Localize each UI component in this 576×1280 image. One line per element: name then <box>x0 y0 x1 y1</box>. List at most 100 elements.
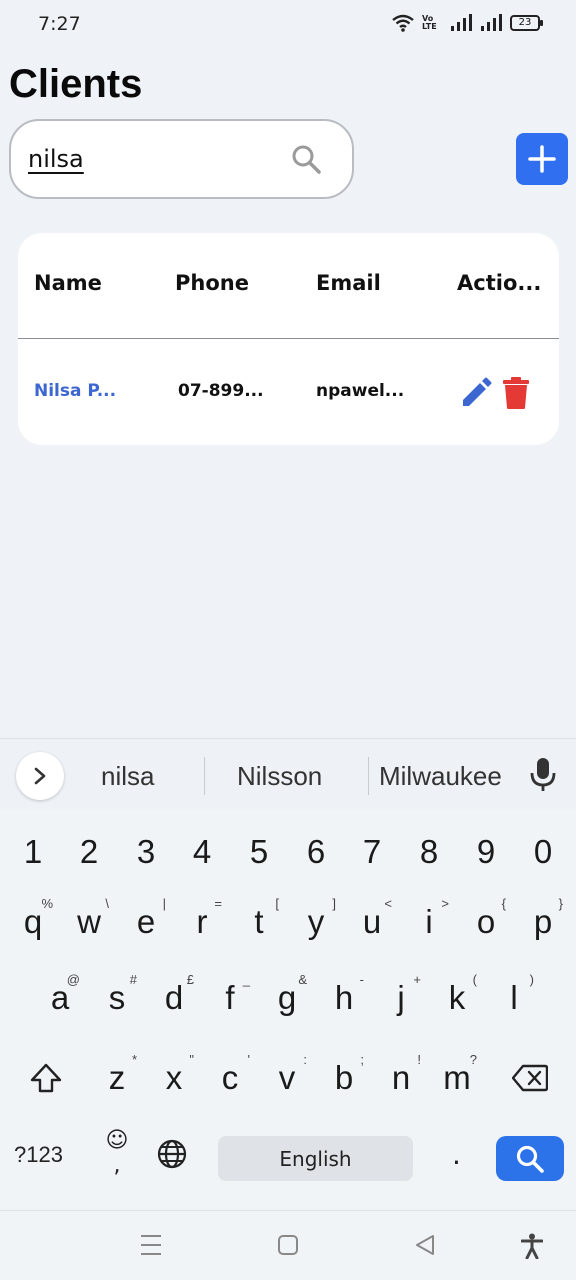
key-l[interactable]: l) <box>486 966 542 1030</box>
battery-indicator: 23 <box>510 15 543 31</box>
search-icon[interactable] <box>290 143 322 175</box>
status-time: 7:27 <box>38 13 81 35</box>
key-7[interactable]: 7 <box>344 820 400 884</box>
key-o[interactable]: o{ <box>458 890 514 954</box>
key-j[interactable]: j + <box>373 966 429 1030</box>
back-icon[interactable] <box>414 1233 436 1257</box>
key-q[interactable]: q% <box>5 890 61 954</box>
key-label: u <box>362 903 382 940</box>
key-hint: - <box>359 972 364 987</box>
microphone-icon[interactable] <box>528 757 558 793</box>
add-client-button[interactable] <box>516 133 568 185</box>
volte-indicator: Vo LTE <box>422 14 437 31</box>
column-header-actions[interactable]: Actio... <box>457 271 541 295</box>
suggestion-3[interactable]: Milwaukee <box>379 761 502 792</box>
key-y[interactable]: y] <box>288 890 344 954</box>
key-6[interactable]: 6 <box>288 820 344 884</box>
key-hint: £ <box>186 972 194 987</box>
key-label: 5 <box>249 833 269 870</box>
expand-toolbar-button[interactable] <box>16 752 64 800</box>
key-5[interactable]: 5 <box>231 820 287 884</box>
key-d[interactable]: d £ <box>146 966 202 1030</box>
key-h[interactable]: h- <box>316 966 372 1030</box>
space-key[interactable]: English <box>218 1136 413 1181</box>
key-i[interactable]: i > <box>401 890 457 954</box>
key-p[interactable]: p} <box>515 890 571 954</box>
suggestion-2[interactable]: Nilsson <box>237 761 322 792</box>
key-c[interactable]: c ' <box>202 1046 258 1110</box>
key-4[interactable]: 4 <box>174 820 230 884</box>
key-label: j <box>397 979 405 1016</box>
menu-icon[interactable] <box>140 1233 162 1257</box>
key-hint: | <box>162 896 166 911</box>
key-r[interactable]: r = <box>174 890 230 954</box>
keyboard-suggestion-bar: nilsa Nilsson Milwaukee <box>0 738 576 810</box>
search-input[interactable]: nilsa <box>9 119 354 199</box>
key-label: e <box>136 903 156 940</box>
key-1[interactable]: 1 <box>5 820 61 884</box>
key-m[interactable]: m? <box>429 1046 485 1110</box>
key-label: 4 <box>192 833 212 870</box>
key-b[interactable]: b; <box>316 1046 372 1110</box>
key-f[interactable]: f _ <box>202 966 258 1030</box>
column-header-phone[interactable]: Phone <box>175 271 249 295</box>
key-hint: # <box>129 972 137 987</box>
key-8[interactable]: 8 <box>401 820 457 884</box>
key-label: c <box>221 1059 239 1096</box>
key-hint: [ <box>275 896 279 911</box>
key-2[interactable]: 2 <box>61 820 117 884</box>
key-g[interactable]: g & <box>259 966 315 1030</box>
key-label: 8 <box>419 833 439 870</box>
status-bar: 7:27 Vo LTE 23 <box>0 0 576 50</box>
keyboard-search-button[interactable] <box>496 1136 564 1181</box>
emoji-icon: ☺ <box>105 1128 129 1153</box>
search-input-value[interactable]: nilsa <box>28 145 84 173</box>
chevron-right-icon <box>34 767 46 785</box>
key-hint: ' <box>247 1052 250 1067</box>
key-hint: + <box>413 972 421 987</box>
key-x[interactable]: x " <box>146 1046 202 1110</box>
suggestion-1[interactable]: nilsa <box>101 761 154 792</box>
shift-key[interactable] <box>16 1048 76 1108</box>
key-w[interactable]: w \ <box>61 890 117 954</box>
symbols-key[interactable]: ?123 <box>14 1142 63 1168</box>
key-t[interactable]: t[ <box>231 890 287 954</box>
key-9[interactable]: 9 <box>458 820 514 884</box>
accessibility-icon[interactable] <box>521 1233 543 1259</box>
key-3[interactable]: 3 <box>118 820 174 884</box>
key-label: 6 <box>306 833 326 870</box>
suggestion-divider <box>368 757 369 795</box>
pencil-icon[interactable] <box>460 377 492 409</box>
key-label: n <box>391 1059 411 1096</box>
key-label: g <box>277 979 297 1016</box>
globe-icon[interactable] <box>156 1138 188 1170</box>
key-label: m <box>443 1059 471 1096</box>
client-name-link[interactable]: Nilsa P... <box>34 381 116 401</box>
key-label: w <box>77 903 101 940</box>
column-header-name[interactable]: Name <box>34 271 102 295</box>
column-header-email[interactable]: Email <box>316 271 381 295</box>
key-label: k <box>448 979 466 1016</box>
emoji-comma-key[interactable]: ☺ , <box>100 1128 134 1178</box>
key-label: f <box>225 979 235 1016</box>
period-key[interactable]: . <box>452 1138 461 1171</box>
key-u[interactable]: u < <box>344 890 400 954</box>
key-a[interactable]: a @ <box>32 966 88 1030</box>
page-title: Clients <box>9 62 143 106</box>
key-label: s <box>108 979 126 1016</box>
key-z[interactable]: z * <box>89 1046 145 1110</box>
key-hint: ) <box>529 972 534 987</box>
key-label: v <box>278 1059 296 1096</box>
key-v[interactable]: v: <box>259 1046 315 1110</box>
key-hint: = <box>214 896 222 911</box>
backspace-key[interactable] <box>500 1048 560 1108</box>
key-0[interactable]: 0 <box>515 820 571 884</box>
key-k[interactable]: k( <box>429 966 485 1030</box>
wifi-icon <box>392 14 414 32</box>
key-e[interactable]: e | <box>118 890 174 954</box>
key-n[interactable]: n! <box>373 1046 429 1110</box>
home-icon[interactable] <box>277 1233 299 1257</box>
trash-icon[interactable] <box>502 377 530 409</box>
key-s[interactable]: s # <box>89 966 145 1030</box>
key-hint: * <box>131 1052 137 1067</box>
